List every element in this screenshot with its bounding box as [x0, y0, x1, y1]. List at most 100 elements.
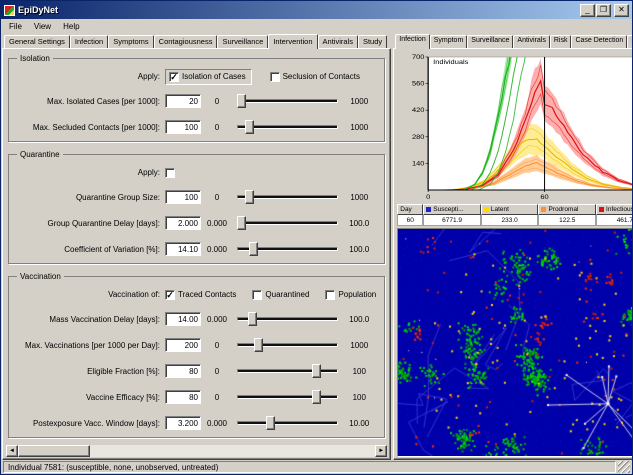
horizontal-scrollbar[interactable]: ◄ ► — [6, 445, 387, 457]
slider-min-label: 0 — [201, 123, 233, 132]
tab-antivirals[interactable]: Antivirals — [318, 35, 358, 48]
slider-thumb[interactable] — [237, 94, 246, 108]
tab-intervention[interactable]: Intervention — [268, 34, 317, 49]
checkbox-label: Population — [338, 290, 376, 299]
stats-col-infectious[interactable]: Infectious — [596, 204, 633, 215]
svg-text:Individuals: Individuals — [433, 60, 469, 66]
checkbox-box[interactable] — [252, 290, 262, 300]
checkbox-quarantined[interactable]: Quarantined — [252, 290, 309, 300]
slider-track — [237, 395, 338, 399]
checkbox-box[interactable] — [325, 290, 335, 300]
scroll-left-icon[interactable]: ◄ — [6, 445, 18, 457]
slider[interactable] — [235, 389, 340, 405]
spatial-map-canvas[interactable] — [397, 228, 633, 457]
stats-value-row: 606771.9233.0122.5461.72410.9 — [397, 215, 633, 226]
seclusion-checkbox-box[interactable] — [270, 72, 280, 82]
quarantine-apply-row: Apply: — [13, 161, 380, 184]
tab-symptom[interactable]: Symptom — [430, 35, 468, 48]
tab-symptoms[interactable]: Symptoms — [108, 35, 153, 48]
slider-thumb[interactable] — [249, 242, 258, 256]
quarantine-apply-checkbox-box[interactable] — [165, 168, 175, 178]
slider-thumb[interactable] — [245, 120, 254, 134]
stats-col-latent[interactable]: Latent — [481, 204, 539, 215]
parameter-label: Vaccine Efficacy [%]: — [13, 393, 165, 402]
checkbox-population[interactable]: Population — [325, 290, 376, 300]
menu-help[interactable]: Help — [57, 21, 85, 32]
settings-pane: General SettingsInfectionSymptomsContagi… — [2, 33, 391, 460]
slider[interactable] — [235, 415, 340, 431]
epidemic-curve-chart: 140280420560700060140DaysIndividuals — [397, 53, 633, 203]
main-area: General SettingsInfectionSymptomsContagi… — [1, 33, 632, 460]
slider[interactable] — [235, 241, 340, 257]
slider-thumb[interactable] — [254, 338, 263, 352]
parameter-value-input[interactable] — [165, 190, 201, 204]
slider-min-label: 0 — [201, 393, 233, 402]
parameter-value-input[interactable] — [165, 338, 201, 352]
tab-study[interactable]: Study — [358, 35, 387, 48]
tab-surveillance[interactable]: Surveillance — [467, 35, 513, 48]
slider[interactable] — [235, 93, 340, 109]
seclusion-of-contacts-checkbox[interactable]: Seclusion of Contacts — [270, 72, 360, 82]
isolation-apply-row: Apply: ✓ Isolation of Cases Seclusion of… — [13, 65, 380, 88]
slider-thumb[interactable] — [245, 190, 254, 204]
slider[interactable] — [235, 363, 340, 379]
quarantine-apply-checkbox[interactable] — [165, 168, 178, 178]
stats-value: 233.0 — [481, 215, 539, 226]
tab-infection[interactable]: Infection — [395, 34, 429, 49]
maximize-button[interactable]: ❐ — [596, 4, 611, 17]
parameter-value-input[interactable] — [165, 390, 201, 404]
parameter-label: Coefficient of Variation [%]: — [13, 245, 165, 254]
minimize-button[interactable]: _ — [580, 4, 595, 17]
tab-general-settings[interactable]: General Settings — [4, 35, 70, 48]
slider[interactable] — [235, 337, 340, 353]
close-button[interactable]: ✕ — [614, 4, 629, 17]
tab-surveillance[interactable]: Surveillance — [217, 35, 268, 48]
parameter-value-input[interactable] — [165, 416, 201, 430]
tab-risk[interactable]: Risk — [550, 35, 572, 48]
titlebar[interactable]: EpiDyNet _ ❐ ✕ — [1, 1, 632, 19]
scroll-right-icon[interactable]: ► — [375, 445, 387, 457]
tab-antivirals[interactable]: Antivirals — [513, 35, 549, 48]
stats-col-day[interactable]: Day — [397, 204, 423, 215]
parameter-row: Quarantine Group Size:01000 — [13, 184, 380, 210]
slider-thumb[interactable] — [266, 416, 275, 430]
slider-thumb[interactable] — [248, 312, 257, 326]
resize-grip[interactable] — [618, 461, 630, 473]
parameter-value-input[interactable] — [165, 312, 201, 326]
slider[interactable] — [235, 189, 340, 205]
stats-header-row: DaySuscepti...LatentProdromalInfectiousR… — [397, 204, 633, 215]
parameter-value-input[interactable] — [165, 216, 201, 230]
checkbox-box[interactable]: ✓ — [165, 290, 175, 300]
slider-track — [237, 369, 338, 373]
intervention-panel: Isolation Apply: ✓ Isolation of Cases Se… — [2, 48, 391, 460]
slider-thumb[interactable] — [237, 216, 246, 230]
parameter-value-input[interactable] — [165, 120, 201, 134]
tab-contagiousness[interactable]: Contagiousness — [154, 35, 218, 48]
slider-max-label: 100.0 — [342, 219, 376, 228]
hscrollbar-track[interactable] — [18, 445, 375, 457]
menu-file[interactable]: File — [3, 21, 28, 32]
vaccination-group-title: Vaccination — [17, 272, 64, 281]
parameter-value-input[interactable] — [165, 242, 201, 256]
slider-thumb[interactable] — [312, 364, 321, 378]
checkbox-traced-contacts[interactable]: ✓Traced Contacts — [165, 290, 236, 300]
slider[interactable] — [235, 311, 340, 327]
isolation-group-title: Isolation — [17, 54, 53, 63]
menu-view[interactable]: View — [28, 21, 57, 32]
slider-track — [237, 343, 338, 347]
slider[interactable] — [235, 215, 340, 231]
tab-report[interactable]: Report — [627, 35, 633, 48]
isolation-of-cases-checkbox[interactable]: ✓ — [169, 72, 179, 82]
vaccination-of-row: Vaccination of: ✓Traced ContactsQuaranti… — [13, 283, 380, 306]
tab-infection[interactable]: Infection — [70, 35, 108, 48]
quarantine-group-title: Quarantine — [17, 150, 63, 159]
stats-col-prodromal[interactable]: Prodromal — [538, 204, 596, 215]
tab-case-detection[interactable]: Case Detection — [571, 35, 627, 48]
parameter-value-input[interactable] — [165, 94, 201, 108]
slider-thumb[interactable] — [312, 390, 321, 404]
stats-col-suscepti[interactable]: Suscepti... — [423, 204, 481, 215]
parameter-value-input[interactable] — [165, 364, 201, 378]
slider[interactable] — [235, 119, 340, 135]
isolation-of-cases-toggle[interactable]: ✓ Isolation of Cases — [165, 69, 252, 85]
hscrollbar-thumb[interactable] — [18, 445, 90, 457]
